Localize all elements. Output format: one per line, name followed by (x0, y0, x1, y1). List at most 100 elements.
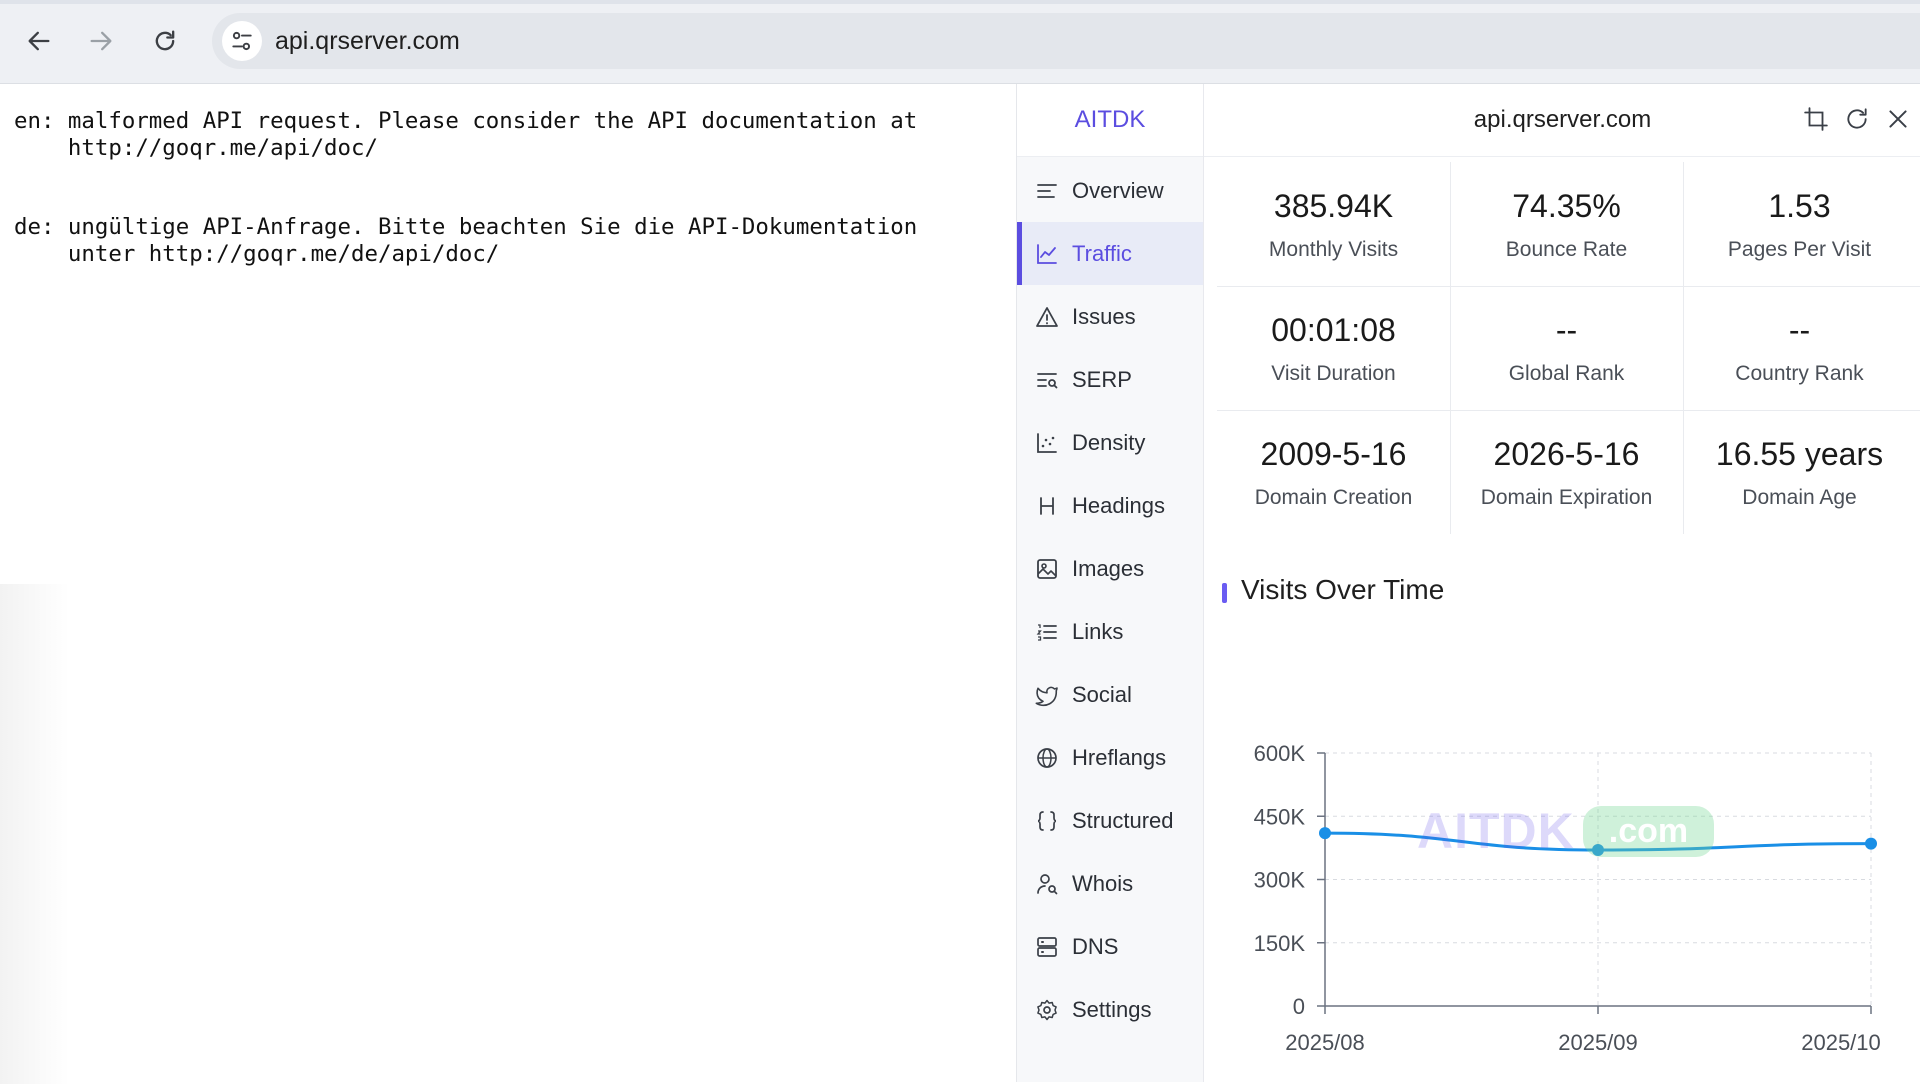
watermark-brand: AITDK (1417, 803, 1575, 859)
stat-domain-expiration: 2026-5-16 Domain Expiration (1450, 410, 1683, 534)
stat-visit-duration: 00:01:08 Visit Duration (1217, 286, 1450, 410)
url-text[interactable]: api.qrserver.com (275, 27, 460, 56)
warning-icon (1034, 304, 1060, 330)
sidebar-item-label: Overview (1072, 177, 1164, 203)
stat-label: Domain Expiration (1480, 486, 1653, 509)
stats-grid: 385.94K Monthly Visits 74.35% Bounce Rat… (1217, 162, 1920, 538)
y-tick-label: 450K (1254, 804, 1306, 829)
overview-icon (1034, 178, 1060, 204)
gear-icon (1034, 997, 1060, 1023)
aitdk-panel: AITDK Overview Traffic Issues SERP Densi… (1016, 84, 1920, 1082)
sidebar-item-label: Links (1072, 618, 1124, 644)
sidebar-item-serp[interactable]: SERP (1017, 348, 1203, 411)
forward-button[interactable] (79, 19, 123, 63)
close-button[interactable] (1883, 104, 1913, 134)
toolbar-top-edge (0, 0, 1920, 4)
sidebar-item-dns[interactable]: DNS (1017, 915, 1203, 978)
stat-label: Country Rank (1735, 362, 1864, 385)
sidebar-item-hreflangs[interactable]: Hreflangs (1017, 726, 1203, 789)
y-tick-label: 0 (1293, 994, 1305, 1019)
stat-pages-per-visit: 1.53 Pages Per Visit (1683, 162, 1916, 286)
browser-toolbar: api.qrserver.com (0, 0, 1920, 84)
watermark-tld: .com (1582, 805, 1715, 857)
crop-button[interactable] (1801, 104, 1831, 134)
page-edge-shadow (0, 584, 70, 1084)
site-info-button[interactable] (222, 21, 262, 61)
sidebar-item-label: Structured (1072, 807, 1174, 833)
sidebar-item-label: SERP (1072, 366, 1132, 392)
density-icon (1034, 430, 1060, 456)
stat-bounce-rate: 74.35% Bounce Rate (1450, 162, 1683, 286)
links-icon (1034, 619, 1060, 645)
x-tick-label: 2025/10 (1801, 1030, 1881, 1055)
traffic-chart-icon (1034, 241, 1060, 267)
aitdk-sidebar: AITDK Overview Traffic Issues SERP Densi… (1017, 84, 1204, 1082)
sidebar-item-label: Whois (1072, 870, 1134, 896)
sidebar-item-whois[interactable]: Whois (1017, 852, 1203, 915)
sidebar-item-images[interactable]: Images (1017, 537, 1203, 600)
stat-label: Domain Creation (1254, 486, 1413, 509)
back-arrow-icon (28, 31, 50, 51)
page-content: en: malformed API request. Please consid… (0, 84, 1016, 1084)
stat-label: Pages Per Visit (1727, 238, 1872, 261)
sidebar-item-links[interactable]: Links (1017, 600, 1203, 663)
stat-value: -- (1555, 312, 1578, 348)
sidebar-item-label: Images (1072, 555, 1145, 581)
aitdk-brand: AITDK (1017, 84, 1203, 157)
sidebar-item-label: Traffic (1072, 240, 1132, 266)
close-icon (1889, 110, 1907, 128)
error-message-en: en: malformed API request. Please consid… (14, 108, 918, 161)
refresh-button[interactable] (1842, 104, 1872, 134)
heading-icon (1034, 493, 1060, 519)
sidebar-item-density[interactable]: Density (1017, 411, 1203, 474)
stat-label: Monthly Visits (1268, 238, 1399, 261)
serp-icon (1034, 367, 1060, 393)
section-accent-bar (1222, 583, 1227, 603)
sidebar-item-traffic[interactable]: Traffic (1017, 222, 1203, 285)
reload-icon (155, 30, 175, 51)
sidebar-item-label: DNS (1072, 933, 1119, 959)
x-tick-label: 2025/08 (1285, 1030, 1365, 1055)
stat-value: 16.55 years (1715, 436, 1884, 472)
back-button[interactable] (17, 19, 61, 63)
stat-label: Bounce Rate (1505, 238, 1628, 261)
forward-arrow-icon (90, 31, 112, 51)
aitdk-watermark: AITDK .com (1417, 802, 1715, 860)
sidebar-item-headings[interactable]: Headings (1017, 474, 1203, 537)
y-tick-label: 300K (1254, 868, 1306, 893)
x-tick-label: 2025/09 (1558, 1030, 1638, 1055)
y-tick-label: 150K (1254, 931, 1306, 956)
stat-value: 2026-5-16 (1493, 436, 1640, 472)
tune-icon (232, 31, 252, 51)
sidebar-item-label: Density (1072, 429, 1146, 455)
refresh-icon (1847, 108, 1867, 129)
stat-value: 00:01:08 (1271, 312, 1396, 348)
stat-label: Visit Duration (1271, 362, 1396, 385)
sidebar-item-label: Headings (1072, 492, 1165, 518)
address-bar[interactable]: api.qrserver.com (212, 13, 1920, 69)
twitter-icon (1034, 682, 1060, 708)
stat-value: 74.35% (1512, 188, 1621, 224)
stat-monthly-visits: 385.94K Monthly Visits (1217, 162, 1450, 286)
reload-button[interactable] (143, 19, 187, 63)
sidebar-item-label: Hreflangs (1072, 744, 1167, 770)
sidebar-item-issues[interactable]: Issues (1017, 285, 1203, 348)
sidebar-item-settings[interactable]: Settings (1017, 978, 1203, 1041)
sidebar-item-social[interactable]: Social (1017, 663, 1203, 726)
stat-country-rank: -- Country Rank (1683, 286, 1916, 410)
sidebar-item-structured[interactable]: Structured (1017, 789, 1203, 852)
data-point (1319, 827, 1331, 840)
server-icon (1034, 934, 1060, 960)
user-search-icon (1034, 871, 1060, 897)
stat-value: 2009-5-16 (1260, 436, 1407, 472)
sidebar-item-overview[interactable]: Overview (1017, 159, 1203, 222)
globe-icon (1034, 745, 1060, 771)
stat-global-rank: -- Global Rank (1450, 286, 1683, 410)
image-icon (1034, 556, 1060, 582)
braces-icon (1034, 808, 1060, 834)
error-message-de: de: ungültige API-Anfrage. Bitte beachte… (14, 214, 918, 267)
data-point (1865, 837, 1877, 850)
stat-value: 385.94K (1273, 188, 1394, 224)
stat-value: -- (1788, 312, 1811, 348)
sidebar-item-label: Settings (1072, 996, 1152, 1022)
